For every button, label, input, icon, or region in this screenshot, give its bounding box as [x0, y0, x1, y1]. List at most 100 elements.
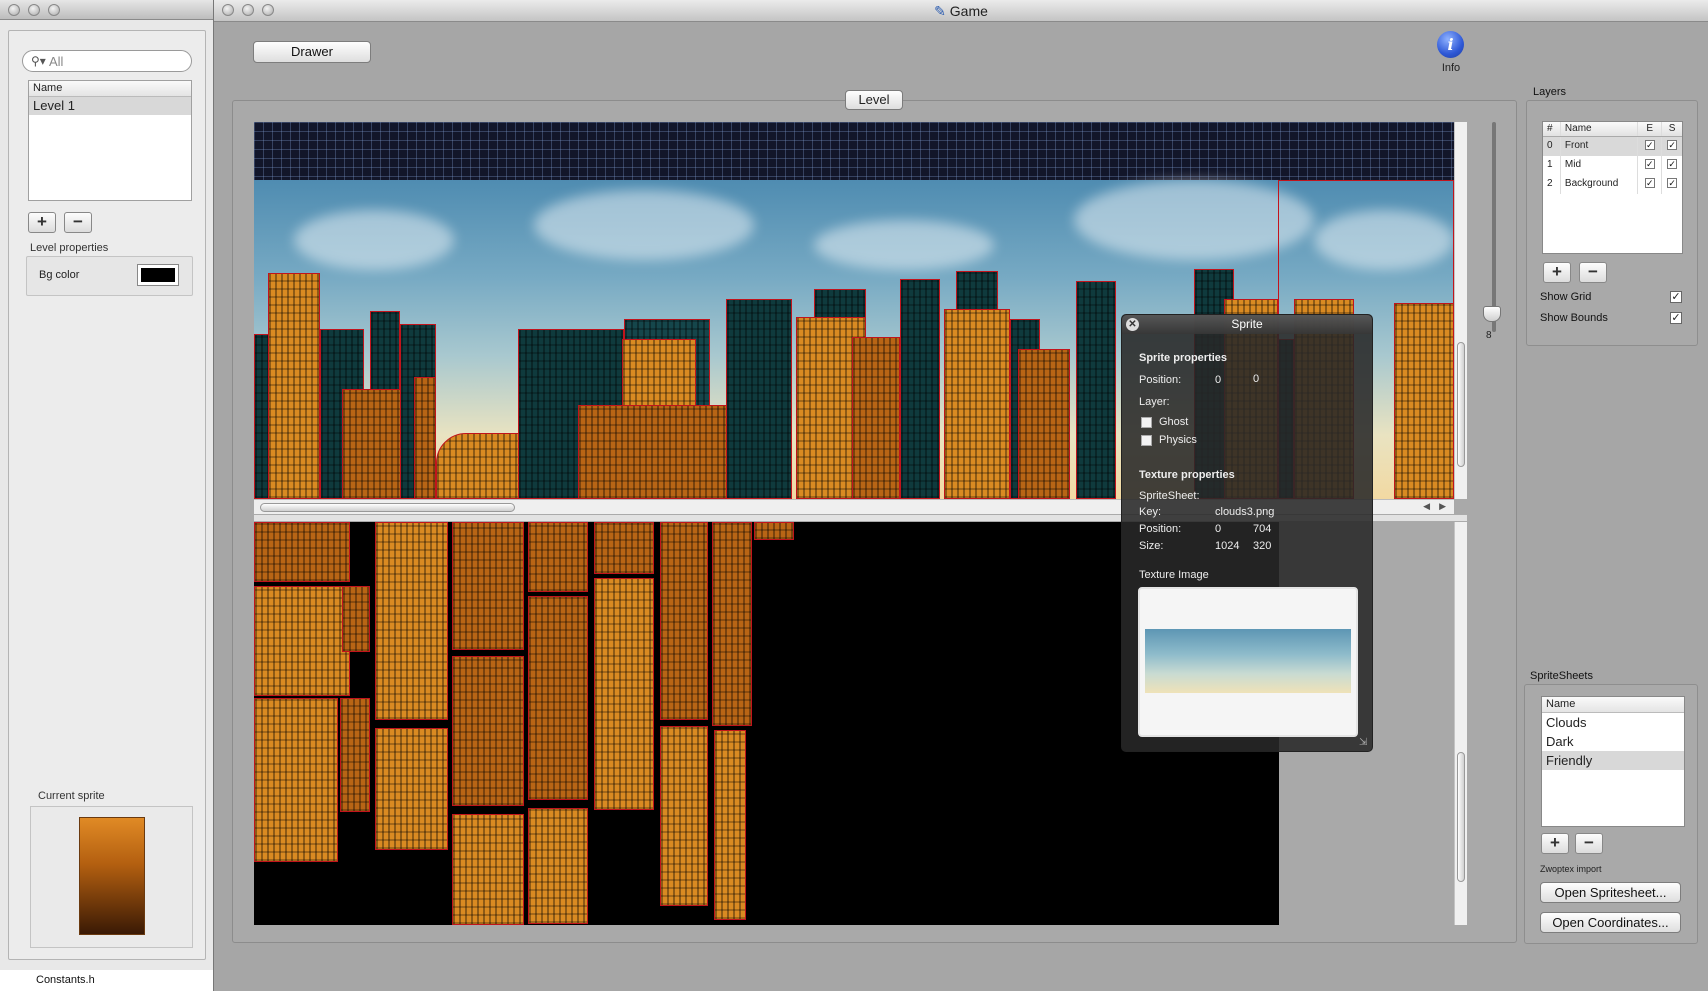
close-window-button[interactable]	[8, 4, 20, 16]
sheet-sprite[interactable]	[254, 698, 338, 862]
column-header[interactable]: E	[1638, 122, 1663, 136]
sheet-sprite[interactable]	[714, 730, 746, 920]
building-sprite[interactable]	[268, 273, 320, 499]
building-sprite[interactable]	[944, 309, 1010, 499]
scroll-right-arrow-icon[interactable]: ▶	[1439, 501, 1446, 512]
show-bounds-checkbox[interactable]: ✓	[1670, 312, 1682, 324]
building-sprite[interactable]	[414, 377, 436, 499]
sheet-sprite[interactable]	[594, 578, 654, 810]
add-spritesheet-button[interactable]: +	[1541, 833, 1569, 854]
sheet-sprite[interactable]	[452, 814, 524, 925]
scroll-thumb[interactable]	[1457, 342, 1465, 467]
vertical-scrollbar-bottom[interactable]	[1454, 522, 1467, 925]
building-sprite[interactable]	[852, 337, 900, 499]
sheet-sprite[interactable]	[754, 522, 794, 540]
column-header[interactable]: S	[1662, 122, 1682, 136]
sheet-sprite[interactable]	[254, 586, 350, 696]
building-sprite[interactable]	[1018, 349, 1070, 499]
spritesheets-list-header[interactable]: Name	[1542, 697, 1684, 713]
building-sprite[interactable]	[1076, 281, 1116, 499]
layer-enabled-checkbox[interactable]: ✓	[1644, 178, 1655, 189]
level-list[interactable]: Name Level 1	[28, 80, 192, 201]
layers-table[interactable]: # Name E S 0 Front ✓ ✓ 1 Mid ✓ ✓ 2 Backg…	[1542, 121, 1683, 254]
column-header[interactable]: Name	[1561, 122, 1639, 136]
sheet-sprite[interactable]	[528, 808, 588, 924]
bg-color-swatch	[141, 268, 175, 282]
table-row[interactable]: 1 Mid ✓ ✓	[1543, 156, 1682, 175]
search-placeholder: All	[49, 53, 64, 69]
sprite-position-y[interactable]: 0	[1253, 373, 1259, 385]
sheet-sprite[interactable]	[375, 522, 448, 720]
document-icon: ✎	[934, 3, 946, 19]
sheet-sprite[interactable]	[452, 656, 524, 806]
zoom-window-button[interactable]	[48, 4, 60, 16]
building-sprite[interactable]	[1394, 303, 1454, 499]
bg-color-well[interactable]	[137, 264, 179, 286]
constants-file-label: Constants.h	[36, 974, 95, 986]
sheet-sprite[interactable]	[375, 728, 448, 850]
spritesheet-label: SpriteSheet:	[1139, 490, 1200, 502]
list-item[interactable]: Level 1	[29, 97, 191, 115]
level-list-header[interactable]: Name	[29, 81, 191, 97]
sheet-sprite[interactable]	[528, 522, 588, 592]
physics-label: Physics	[1159, 434, 1197, 446]
add-layer-button[interactable]: +	[1543, 262, 1571, 283]
physics-checkbox[interactable]	[1141, 435, 1152, 446]
table-row[interactable]: 0 Front ✓ ✓	[1543, 137, 1682, 156]
open-spritesheet-button[interactable]: Open Spritesheet...	[1540, 882, 1681, 903]
drawer-titlebar	[0, 0, 213, 20]
open-coordinates-button[interactable]: Open Coordinates...	[1540, 912, 1681, 933]
show-grid-checkbox[interactable]: ✓	[1670, 291, 1682, 303]
texture-size-width: 1024	[1215, 540, 1240, 552]
texture-image-well	[1138, 587, 1358, 737]
level-properties-box: Bg color	[26, 256, 193, 296]
sprite-position-x[interactable]: 0	[1215, 374, 1221, 386]
sprite-layer-label: Layer:	[1139, 396, 1170, 408]
layer-enabled-checkbox[interactable]: ✓	[1644, 140, 1655, 151]
list-item[interactable]: Dark	[1542, 732, 1684, 751]
vertical-scrollbar-top[interactable]	[1454, 122, 1467, 499]
spritesheets-list[interactable]: Name Clouds Dark Friendly	[1541, 696, 1685, 827]
scroll-thumb[interactable]	[260, 503, 515, 512]
layer-selectable-checkbox[interactable]: ✓	[1667, 159, 1678, 170]
layer-selectable-checkbox[interactable]: ✓	[1667, 178, 1678, 189]
minimize-window-button[interactable]	[28, 4, 40, 16]
drawer-button[interactable]: Drawer	[253, 41, 371, 63]
list-item[interactable]: Clouds	[1542, 713, 1684, 732]
zoom-slider-track[interactable]	[1492, 122, 1496, 332]
zoom-slider-knob[interactable]	[1483, 306, 1501, 322]
sheet-sprite[interactable]	[594, 522, 654, 574]
texture-position-x: 0	[1215, 523, 1222, 535]
remove-level-button[interactable]: −	[64, 212, 92, 233]
sheet-sprite[interactable]	[342, 586, 370, 652]
sheet-sprite[interactable]	[712, 522, 752, 726]
list-item[interactable]: Friendly	[1542, 751, 1684, 770]
sheet-sprite[interactable]	[660, 522, 708, 720]
column-header[interactable]: #	[1543, 122, 1561, 136]
layer-selectable-checkbox[interactable]: ✓	[1667, 140, 1678, 151]
sheet-sprite[interactable]	[452, 522, 524, 650]
texture-image-label: Texture Image	[1139, 569, 1209, 581]
tab-level[interactable]: Level	[845, 90, 903, 110]
scroll-thumb[interactable]	[1457, 752, 1465, 882]
sprite-properties-heading: Sprite properties	[1139, 352, 1228, 364]
level-search-input[interactable]: ⚲▾ All	[22, 50, 192, 72]
sheet-sprite[interactable]	[660, 726, 708, 906]
sheet-sprite[interactable]	[340, 698, 370, 812]
building-sprite[interactable]	[726, 299, 792, 499]
sheet-sprite[interactable]	[528, 596, 588, 800]
add-level-button[interactable]: +	[28, 212, 56, 233]
layer-enabled-checkbox[interactable]: ✓	[1644, 159, 1655, 170]
building-sprite[interactable]	[900, 279, 940, 499]
sheet-sprite[interactable]	[254, 522, 350, 582]
resize-grip-icon[interactable]: ⇲	[1359, 738, 1369, 748]
table-row[interactable]: 2 Background ✓ ✓	[1543, 175, 1682, 194]
close-icon[interactable]: ✕	[1126, 318, 1139, 331]
ghost-checkbox[interactable]	[1141, 417, 1152, 428]
scroll-left-arrow-icon[interactable]: ◀	[1423, 501, 1430, 512]
remove-layer-button[interactable]: −	[1579, 262, 1607, 283]
show-bounds-label: Show Bounds	[1540, 312, 1608, 324]
ghost-label: Ghost	[1159, 416, 1189, 428]
remove-spritesheet-button[interactable]: −	[1575, 833, 1603, 854]
info-icon[interactable]: i	[1437, 31, 1464, 58]
